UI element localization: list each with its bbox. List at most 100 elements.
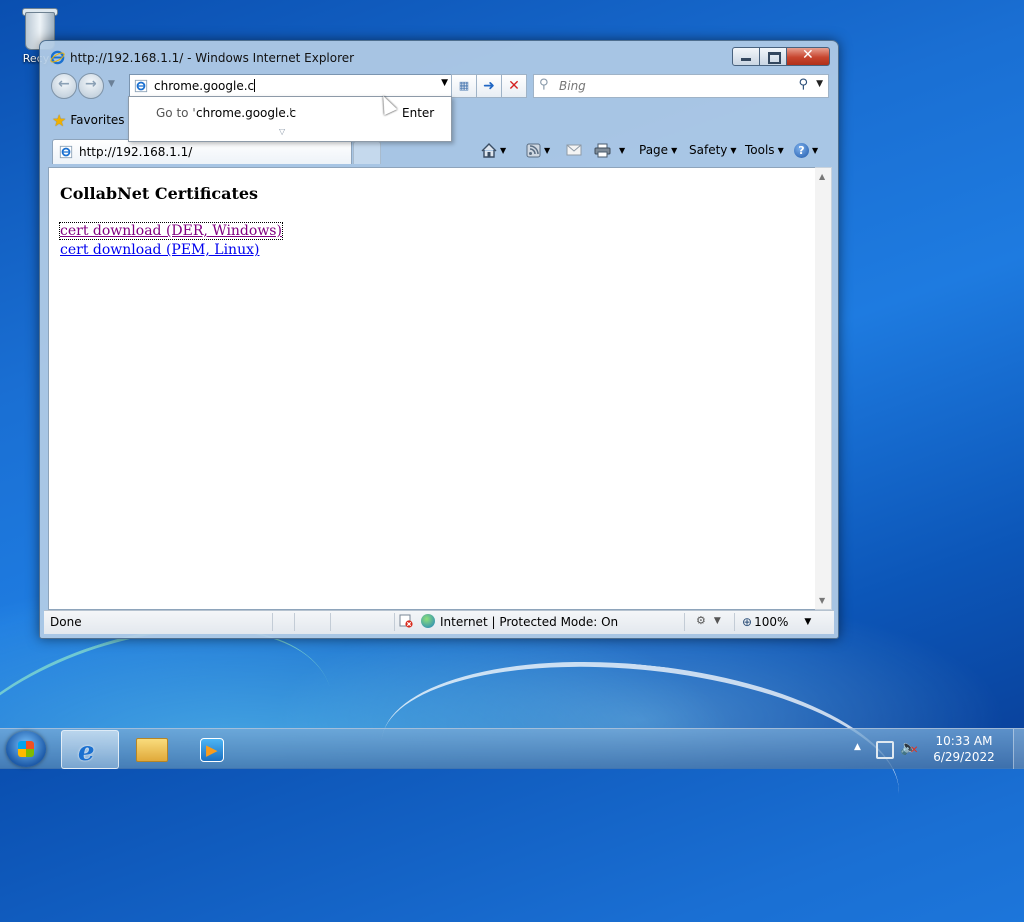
autocomplete-suggestion[interactable]: chrome.google.c [196, 106, 296, 120]
address-dropdown-icon[interactable]: ▼ [441, 78, 448, 88]
minimize-icon [741, 58, 751, 61]
start-button[interactable] [6, 731, 46, 767]
cert-download-pem-link[interactable]: cert download (PEM, Linux) [60, 242, 259, 258]
safety-menu-button[interactable]: Safety ▼ [689, 141, 737, 159]
safety-menu-label: Safety [689, 143, 728, 157]
recent-pages-dropdown-icon[interactable]: ▼ [108, 79, 115, 89]
taskbar-internet-explorer[interactable]: e [61, 730, 119, 769]
search-box[interactable]: ⚲ Bing ⚲ ▼ [533, 74, 829, 98]
back-arrow-icon: ← [58, 76, 70, 92]
printer-icon [594, 143, 611, 157]
read-mail-button[interactable] [566, 141, 582, 159]
address-input[interactable]: chrome.google.c [154, 79, 256, 93]
zoom-magnifier-icon: ⊕ [742, 615, 753, 629]
home-dropdown-icon[interactable]: ▼ [500, 146, 506, 155]
mail-icon [566, 144, 582, 156]
tools-dropdown-icon: ▼ [777, 145, 784, 155]
vertical-scrollbar[interactable]: ▲ ▼ [815, 167, 832, 610]
page-menu-button[interactable]: Page ▼ [639, 141, 677, 159]
home-icon [481, 142, 497, 158]
internet-zone-icon [421, 614, 435, 628]
media-player-icon: ▶ [200, 738, 224, 762]
help-icon: ? [794, 142, 809, 158]
addons-dropdown-icon: ▼ [713, 615, 721, 626]
tools-menu-button[interactable]: Tools ▼ [745, 141, 784, 159]
feeds-icon [526, 143, 541, 157]
favorites-label: Favorites [70, 113, 125, 127]
search-provider-icon: ⚲ [539, 77, 549, 92]
forward-arrow-icon: → [85, 76, 97, 92]
windows-logo-icon [18, 741, 34, 757]
taskbar-windows-explorer[interactable] [122, 730, 178, 767]
page-dropdown-icon: ▼ [671, 145, 678, 155]
scroll-up-icon[interactable]: ▲ [819, 172, 825, 181]
show-hidden-icons-icon[interactable]: ▲ [854, 742, 861, 752]
search-placeholder[interactable]: Bing [559, 79, 586, 93]
window-title: http://192.168.1.1/ - Windows Internet E… [70, 51, 355, 65]
maximize-icon [768, 52, 781, 64]
tab-current[interactable]: http://192.168.1.1/ [52, 139, 352, 164]
feeds-button[interactable]: ▼ [526, 141, 550, 159]
stop-button[interactable]: ✕ [501, 74, 527, 98]
autocomplete-go-to-prefix: Go to ' [156, 106, 196, 120]
addon-gear-icon: ⚙ [696, 614, 706, 627]
system-tray: ▲ 🔈 ✕ 10:33 AM 6/29/2022 [854, 729, 1024, 769]
folder-icon [136, 738, 168, 762]
go-arrow-icon: ➜ [483, 78, 495, 94]
status-text: Done [50, 615, 82, 629]
cert-download-der-link[interactable]: cert download (DER, Windows) [59, 222, 283, 240]
search-options-dropdown-icon[interactable]: ▼ [816, 79, 823, 89]
security-zone-text[interactable]: Internet | Protected Mode: On [440, 615, 618, 629]
status-bar: Done Internet | Protected Mode: On ⚙ ▼ ⊕ … [44, 610, 834, 634]
home-button[interactable]: ▼ [481, 141, 506, 159]
taskbar: e ▶ ▲ 🔈 ✕ 10:33 AM 6/29/2022 [0, 728, 1024, 769]
page-heading: CollabNet Certificates [60, 184, 259, 203]
search-icon[interactable]: ⚲ [798, 77, 808, 92]
network-icon[interactable] [876, 741, 894, 759]
blocked-content-icon[interactable] [399, 614, 413, 628]
close-icon: ✕ [802, 47, 814, 63]
close-button[interactable]: ✕ [787, 47, 830, 66]
print-dropdown-icon[interactable]: ▼ [619, 146, 625, 155]
page-menu-label: Page [639, 143, 669, 157]
autocomplete-enter-hint: Enter [402, 106, 435, 120]
back-button[interactable]: ← [51, 73, 77, 99]
zoom-dropdown-icon: ▼ [804, 617, 812, 627]
zoom-level: 100% [754, 615, 789, 629]
address-autocomplete-dropdown: Go to ' chrome.google.c ' Enter ▽ [128, 96, 452, 142]
compatibility-icon: ▦ [458, 79, 470, 92]
help-dropdown-icon: ▼ [812, 145, 819, 155]
print-button[interactable]: ▼ [594, 141, 625, 159]
title-bar[interactable]: http://192.168.1.1/ - Windows Internet E… [40, 41, 838, 71]
taskbar-media-player[interactable]: ▶ [182, 730, 238, 767]
favorites-button[interactable]: ★ Favorites [52, 110, 125, 130]
page-icon [134, 79, 148, 93]
page-content: CollabNet Certificates cert download (DE… [48, 167, 816, 610]
autocomplete-suffix: ' [289, 106, 293, 120]
zoom-control[interactable]: ⊕ 100% ▼ [742, 615, 811, 629]
ie-icon [50, 50, 65, 65]
minimize-button[interactable] [732, 47, 760, 66]
help-button[interactable]: ? ▼ [794, 141, 818, 159]
maximize-button[interactable] [760, 47, 787, 66]
show-desktop-button[interactable] [1013, 729, 1024, 769]
volume-muted-icon: ✕ [910, 745, 919, 756]
tab-page-icon [59, 145, 73, 159]
forward-button[interactable]: → [78, 73, 104, 99]
clock-time: 10:33 AM [935, 734, 993, 748]
autocomplete-expand-icon[interactable]: ▽ [279, 127, 285, 136]
clock[interactable]: 10:33 AM 6/29/2022 [928, 733, 1000, 765]
go-button[interactable]: ➜ [476, 74, 502, 98]
ie-logo-icon: e [78, 737, 95, 767]
star-icon: ★ [52, 110, 67, 130]
feeds-dropdown-icon[interactable]: ▼ [544, 146, 550, 155]
compatibility-view-button[interactable]: ▦ [451, 74, 477, 98]
addons-status-button[interactable]: ⚙ ▼ [696, 614, 721, 627]
address-bar[interactable]: chrome.google.c ▼ [129, 74, 452, 98]
safety-dropdown-icon: ▼ [730, 145, 737, 155]
new-tab-button[interactable] [353, 141, 381, 164]
tools-menu-label: Tools [745, 143, 775, 157]
stop-icon: ✕ [508, 78, 520, 94]
scroll-down-icon[interactable]: ▼ [819, 596, 825, 605]
tab-title: http://192.168.1.1/ [79, 145, 193, 159]
